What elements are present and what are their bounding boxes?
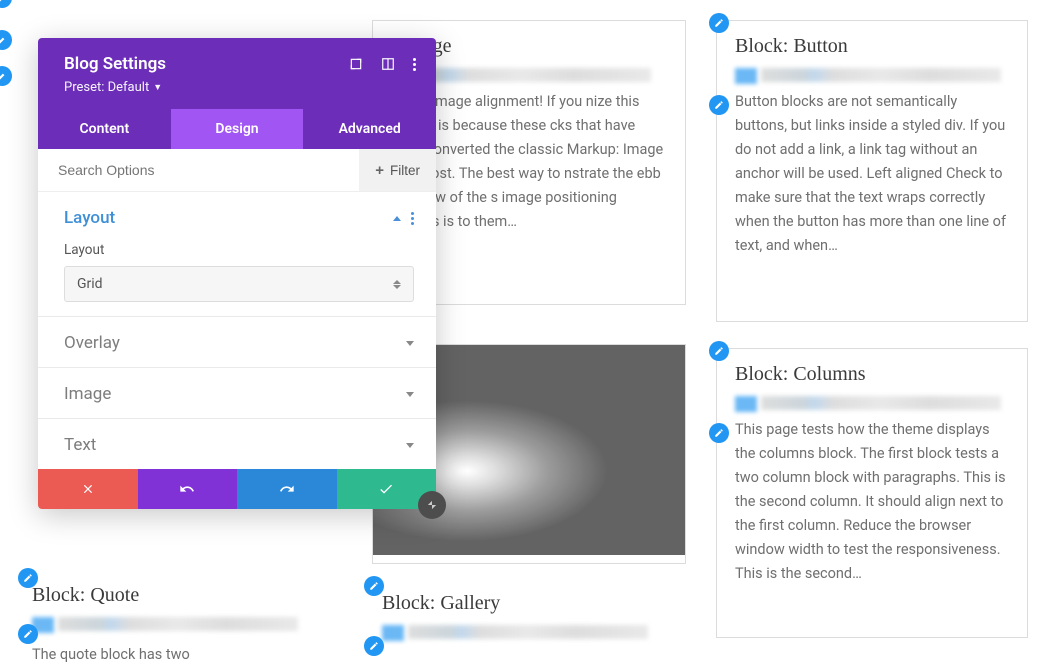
section-title: Layout [64,208,115,228]
expand-icon[interactable] [349,57,363,71]
card-block-quote: Block: Quote The quote block has two [22,570,336,660]
edit-badge-icon[interactable] [0,0,12,8]
edit-badge-icon[interactable] [709,13,729,33]
card-block-gallery: Block: Gallery [372,578,686,658]
section-title: Overlay [64,333,120,353]
blog-settings-panel: Blog Settings Preset: Default ▼ Content … [38,38,436,509]
redo-button[interactable] [237,469,337,509]
search-input[interactable] [38,149,359,191]
section-text: Text [38,419,436,469]
card-block-button: Block: Button Button blocks are not sema… [716,20,1028,322]
edit-badge-icon[interactable] [0,66,12,86]
tab-design[interactable]: Design [171,109,304,149]
meta-placeholder [58,617,298,631]
thumb-placeholder [735,396,757,412]
edit-badge-icon[interactable] [709,95,729,115]
tab-advanced[interactable]: Advanced [303,109,436,149]
section-title: Image [64,384,111,404]
chevron-up-icon [393,216,401,221]
chevron-down-icon [406,392,414,397]
thumb-placeholder [382,625,404,641]
chevron-down-icon [406,341,414,346]
edit-badge-icon[interactable] [709,341,729,361]
card-body: Button blocks are not semantically butto… [735,90,1009,257]
card-title: Block: Quote [32,584,326,607]
section-header-text[interactable]: Text [64,435,414,455]
meta-placeholder [408,625,648,639]
tab-content[interactable]: Content [38,109,171,149]
section-overlay: Overlay [38,317,436,368]
section-layout: Layout Layout Grid [38,192,436,317]
edit-badge-icon[interactable] [18,624,38,644]
section-header-image[interactable]: Image [64,384,414,404]
layout-select[interactable]: Grid [64,266,414,302]
cancel-button[interactable] [38,469,138,509]
meta-placeholder [761,68,1001,82]
field-label-layout: Layout [64,242,414,258]
edit-badge-icon[interactable] [709,423,729,443]
more-icon[interactable] [411,212,414,225]
chevron-down-icon: ▼ [153,82,162,93]
chevron-down-icon [406,443,414,448]
undo-button[interactable] [138,469,238,509]
edit-badge-icon[interactable] [18,568,38,588]
section-header-overlay[interactable]: Overlay [64,333,414,353]
more-icon[interactable] [413,58,416,71]
panel-footer [38,469,436,509]
card-title: Block: Button [735,35,1009,58]
sort-icon [393,280,401,289]
card-body: This page tests how the theme displays t… [735,418,1009,585]
snap-icon[interactable] [381,57,395,71]
meta-placeholder [761,396,1001,410]
panel-tabs: Content Design Advanced [38,109,436,149]
preset-dropdown[interactable]: Preset: Default ▼ [64,80,416,95]
card-body: The quote block has two [32,643,326,667]
thumb-placeholder [735,68,757,84]
card-block-columns: Block: Columns This page tests how the t… [716,348,1028,638]
card-title: Block: Gallery [382,592,676,615]
edit-badge-icon[interactable] [0,30,12,50]
edit-badge-icon[interactable] [364,576,384,596]
panel-header[interactable]: Blog Settings Preset: Default ▼ [38,38,436,109]
section-header-layout[interactable]: Layout [64,208,414,228]
plus-icon: + [375,162,384,179]
resize-handle[interactable] [418,491,446,519]
filter-button[interactable]: + Filter [359,149,436,191]
section-title: Text [64,435,96,455]
select-value: Grid [77,276,103,292]
edit-badge-icon[interactable] [364,636,384,656]
panel-title-text: Blog Settings [64,54,166,74]
card-title: Block: Columns [735,363,1009,386]
search-row: + Filter [38,149,436,192]
section-image: Image [38,368,436,419]
